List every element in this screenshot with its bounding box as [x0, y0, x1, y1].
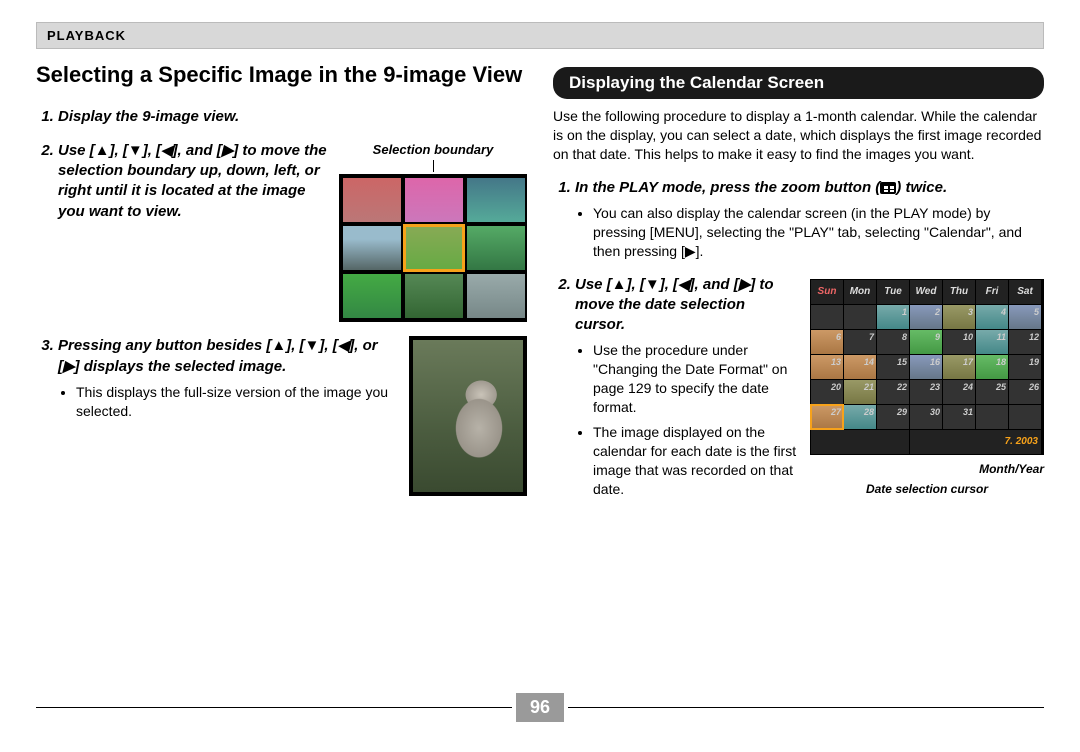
- left-step-2: Use [▲], [▼], [◀], and [▶] to move the s…: [58, 141, 527, 323]
- section-header-text: PLAYBACK: [47, 28, 126, 43]
- cal-day: 14: [844, 355, 876, 379]
- cal-hdr-thu: Thu: [943, 280, 975, 304]
- selection-boundary-caption: Selection boundary: [339, 141, 527, 159]
- right-step-1-text-b: ) twice.: [896, 179, 947, 196]
- nine-image-grid: [339, 174, 527, 322]
- cat-photo: [413, 340, 523, 492]
- thumb-3: [467, 178, 525, 222]
- cal-day: 12: [1009, 330, 1041, 354]
- right-step-2: Use [▲], [▼], [◀], and [▶] to move the d…: [575, 275, 1044, 505]
- zoom-multi-icon: [880, 182, 896, 194]
- cal-day: [1009, 405, 1041, 429]
- cal-hdr-sat: Sat: [1009, 280, 1041, 304]
- calendar-section-title: Displaying the Calendar Screen: [553, 67, 1044, 99]
- left-steps: Display the 9-image view. Use [▲], [▼], …: [36, 107, 527, 497]
- cal-day: 4: [976, 305, 1008, 329]
- cal-day: 20: [811, 380, 843, 404]
- cal-day-cursor: 27: [811, 405, 843, 429]
- cal-day: 7: [844, 330, 876, 354]
- page-columns: Selecting a Specific Image in the 9-imag…: [0, 49, 1080, 518]
- left-title: Selecting a Specific Image in the 9-imag…: [36, 61, 527, 89]
- caption-pointer: [433, 160, 434, 172]
- cal-day: 28: [844, 405, 876, 429]
- cal-day: 17: [943, 355, 975, 379]
- date-cursor-caption: Date selection cursor: [810, 481, 1044, 497]
- calendar-intro: Use the following procedure to display a…: [553, 107, 1044, 164]
- thumb-8: [405, 274, 463, 318]
- right-step-2-text: Use [▲], [▼], [◀], and [▶] to move the d…: [575, 276, 774, 334]
- cal-hdr-wed: Wed: [910, 280, 942, 304]
- cal-hdr-tue: Tue: [877, 280, 909, 304]
- right-column: Displaying the Calendar Screen Use the f…: [553, 61, 1044, 518]
- thumb-6: [467, 226, 525, 270]
- right-step-1-bullet: You can also display the calendar screen…: [593, 204, 1044, 261]
- cal-day: 22: [877, 380, 909, 404]
- footer-rule-left: [36, 707, 512, 708]
- right-step-2-bullet-2: The image displayed on the calendar for …: [593, 423, 798, 499]
- cal-day: 23: [910, 380, 942, 404]
- cal-day: 29: [877, 405, 909, 429]
- cal-day: 31: [943, 405, 975, 429]
- right-step-1: In the PLAY mode, press the zoom button …: [575, 178, 1044, 261]
- thumb-2: [405, 178, 463, 222]
- cal-day: 30: [910, 405, 942, 429]
- cal-day: 3: [943, 305, 975, 329]
- cal-day: 6: [811, 330, 843, 354]
- cal-day: [844, 305, 876, 329]
- cal-day: 26: [1009, 380, 1041, 404]
- page-footer: 96: [0, 693, 1080, 722]
- right-steps: In the PLAY mode, press the zoom button …: [553, 178, 1044, 505]
- cal-day: 9: [910, 330, 942, 354]
- cal-hdr-sun: Sun: [811, 280, 843, 304]
- cal-hdr-fri: Fri: [976, 280, 1008, 304]
- cal-month-year: 7. 2003: [910, 430, 1041, 454]
- cal-day: 24: [943, 380, 975, 404]
- cal-day: 2: [910, 305, 942, 329]
- section-header: PLAYBACK: [36, 22, 1044, 49]
- left-step-2-text: Use [▲], [▼], [◀], and [▶] to move the s…: [58, 141, 327, 222]
- cal-day: 13: [811, 355, 843, 379]
- right-step-2-bullet-1: Use the procedure under "Changing the Da…: [593, 341, 798, 417]
- calendar-figure: Sun Mon Tue Wed Thu Fri Sat 1 2: [810, 279, 1044, 497]
- thumb-7: [343, 274, 401, 318]
- cal-footer-pad: [811, 430, 909, 454]
- thumb-1: [343, 178, 401, 222]
- left-step-1: Display the 9-image view.: [58, 107, 527, 127]
- cal-day: 8: [877, 330, 909, 354]
- calendar-grid: Sun Mon Tue Wed Thu Fri Sat 1 2: [810, 279, 1044, 455]
- cal-day: 15: [877, 355, 909, 379]
- left-step-3: Pressing any button besides [▲], [▼], [◀…: [58, 336, 527, 496]
- left-step-3-bullet: This displays the full-size version of t…: [76, 383, 397, 421]
- left-column: Selecting a Specific Image in the 9-imag…: [36, 61, 527, 518]
- cal-day: 10: [943, 330, 975, 354]
- cal-hdr-mon: Mon: [844, 280, 876, 304]
- cal-day: 16: [910, 355, 942, 379]
- cal-day: 1: [877, 305, 909, 329]
- cal-day: [976, 405, 1008, 429]
- selected-image-example: [409, 336, 527, 496]
- cal-day: 18: [976, 355, 1008, 379]
- footer-rule-right: [568, 707, 1044, 708]
- cal-day: 25: [976, 380, 1008, 404]
- cal-day: 5: [1009, 305, 1041, 329]
- month-year-caption: Month/Year: [810, 461, 1044, 477]
- left-step-1-text: Display the 9-image view.: [58, 108, 239, 125]
- cal-day: 19: [1009, 355, 1041, 379]
- page-number: 96: [516, 693, 564, 722]
- thumb-5-selected: [405, 226, 463, 270]
- nine-image-figure: Selection boundary: [339, 141, 527, 323]
- thumb-9: [467, 274, 525, 318]
- cal-day: 11: [976, 330, 1008, 354]
- cal-day: 21: [844, 380, 876, 404]
- thumb-4: [343, 226, 401, 270]
- left-step-3-text: Pressing any button besides [▲], [▼], [◀…: [58, 337, 378, 374]
- cal-day: [811, 305, 843, 329]
- right-step-1-text-a: In the PLAY mode, press the zoom button …: [575, 179, 880, 196]
